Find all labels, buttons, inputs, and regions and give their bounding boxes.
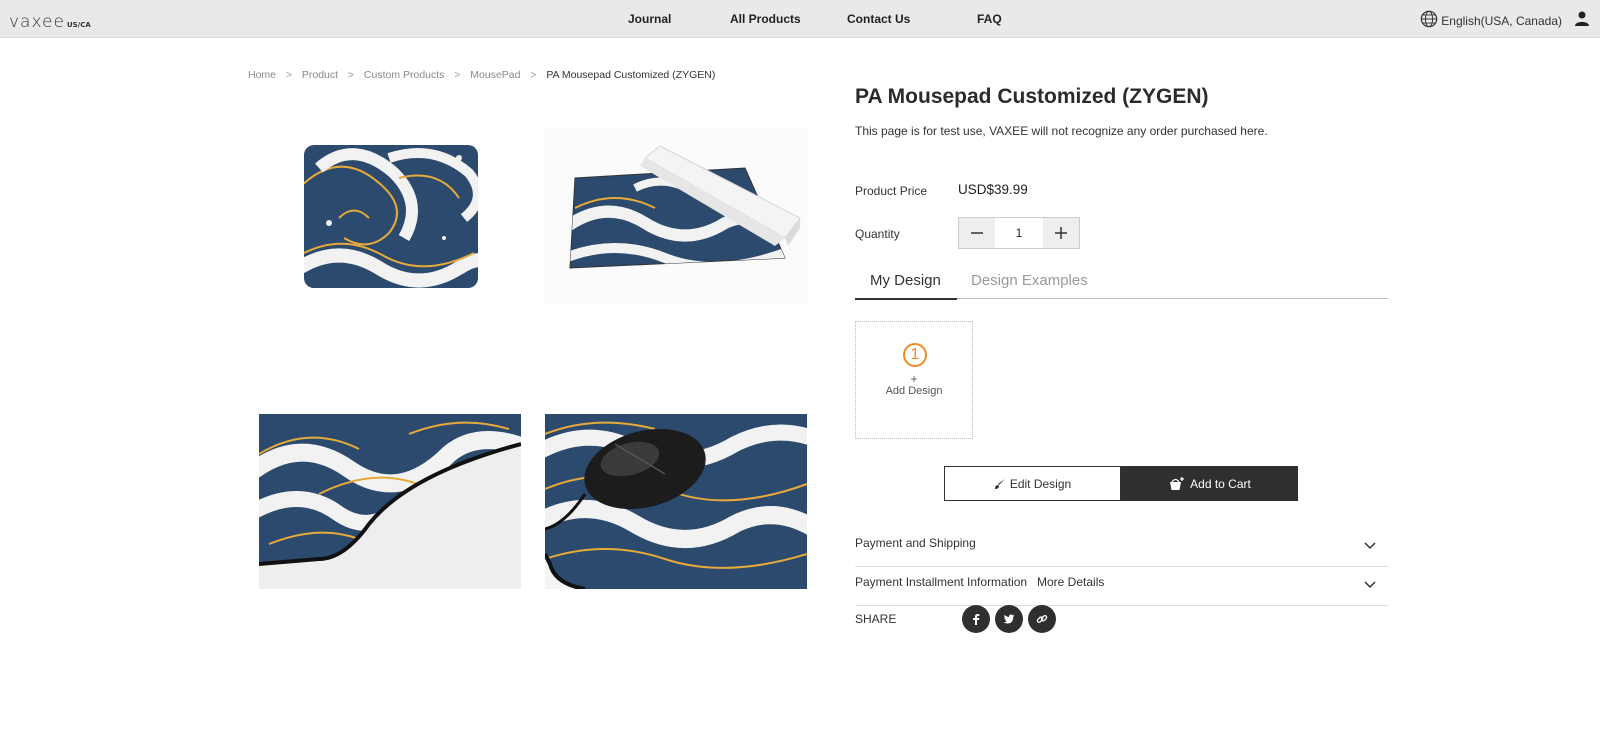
facebook-icon[interactable] [962, 605, 990, 633]
breadcrumb-mousepad[interactable]: MousePad [470, 69, 520, 81]
edit-design-label: Edit Design [1009, 476, 1072, 491]
add-to-cart-label: Add to Cart [1190, 476, 1251, 491]
edit-design-button[interactable]: Edit Design [944, 466, 1121, 501]
plus-icon [1055, 227, 1067, 239]
design-number-badge: 1 [903, 343, 927, 367]
product-title: PA Mousepad Customized (ZYGEN) [855, 85, 1209, 108]
nav-contact-us[interactable]: Contact Us [847, 12, 910, 26]
globe-icon [1420, 10, 1441, 31]
product-price: USD$39.99 [958, 182, 1028, 197]
chevron-right-icon: > [286, 69, 292, 81]
price-label: Product Price [855, 184, 928, 198]
language-label: English(USA, Canada) [1441, 13, 1562, 28]
chevron-right-icon: > [454, 69, 461, 81]
nav-all-products[interactable]: All Products [730, 12, 801, 26]
logo-region: US/CA [66, 21, 91, 29]
installment-more-details-link[interactable]: More Details [1037, 575, 1104, 589]
logo-text: vaxee [9, 12, 65, 32]
chevron-down-icon [1364, 578, 1376, 592]
add-to-cart-button[interactable]: Add to Cart [1121, 466, 1298, 501]
tab-design-examples[interactable]: Design Examples [971, 272, 1088, 289]
accordion-installment-label: Payment Installment Information [855, 575, 1028, 589]
quantity-decrease-button[interactable] [959, 218, 995, 248]
top-navigation-bar: vaxee US/CA Journal All Products Contact … [0, 0, 1600, 38]
design-tabs: My Design Design Examples [855, 262, 1388, 300]
product-image-with-box[interactable] [545, 128, 807, 303]
quantity-increase-button[interactable] [1043, 218, 1079, 248]
breadcrumb-current: PA Mousepad Customized (ZYGEN) [546, 69, 716, 81]
add-design-card[interactable]: 1 + Add Design [855, 321, 973, 439]
nav-journal[interactable]: Journal [628, 12, 671, 26]
chevron-right-icon: > [348, 69, 354, 81]
product-description: This page is for test use, VAXEE will no… [855, 124, 1268, 138]
nav-faq[interactable]: FAQ [977, 12, 1002, 26]
accordion-payment-shipping-label: Payment and Shipping [855, 536, 976, 550]
accordion-installment[interactable]: Payment Installment Information More Det… [855, 567, 1388, 606]
language-selector[interactable]: English(USA, Canada) [1420, 10, 1562, 31]
quantity-label: Quantity [855, 227, 900, 241]
add-design-plus-icon: + [910, 372, 918, 386]
breadcrumb-home[interactable]: Home [248, 69, 276, 81]
chevron-right-icon: > [530, 69, 537, 81]
product-image-front[interactable] [259, 128, 521, 303]
breadcrumb: Home > Product > Custom Products > Mouse… [248, 69, 715, 81]
quantity-stepper: 1 [958, 217, 1080, 249]
accordion-payment-shipping[interactable]: Payment and Shipping [855, 528, 1388, 567]
tab-my-design[interactable]: My Design [870, 272, 941, 289]
brush-icon [994, 478, 1005, 489]
user-account-icon[interactable] [1574, 10, 1590, 31]
product-image-mouse-on-pad[interactable] [545, 414, 807, 589]
chevron-down-icon [1364, 539, 1376, 553]
vaxee-logo[interactable]: vaxee US/CA [9, 12, 91, 32]
twitter-icon[interactable] [995, 605, 1023, 633]
quantity-value[interactable]: 1 [995, 218, 1043, 248]
active-tab-indicator [855, 298, 957, 300]
share-label: SHARE [855, 612, 897, 626]
breadcrumb-custom-products[interactable]: Custom Products [364, 69, 445, 81]
product-image-corner-closeup[interactable] [259, 414, 521, 589]
minus-icon [971, 232, 983, 234]
link-icon[interactable] [1028, 605, 1056, 633]
basket-icon [1170, 476, 1185, 490]
add-design-label: Add Design [885, 385, 943, 397]
breadcrumb-product[interactable]: Product [302, 69, 338, 81]
